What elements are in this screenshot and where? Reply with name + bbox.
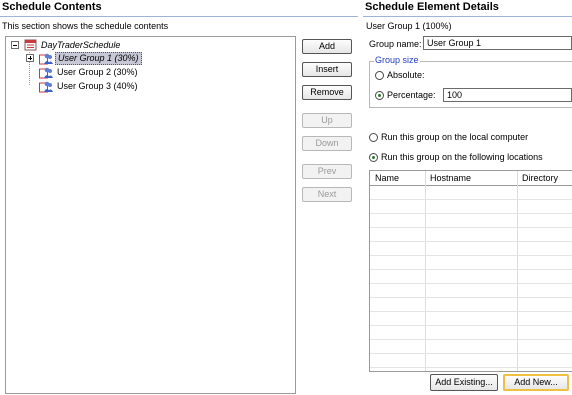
column-header-directory[interactable]: Directory <box>517 171 572 185</box>
percentage-label: Percentage: <box>387 90 436 100</box>
tree-item-label: User Group 1 (30%) <box>55 52 142 65</box>
table-row-separator <box>370 227 572 228</box>
element-details-rule <box>363 16 572 17</box>
tree-root-label: DayTraderSchedule <box>41 40 121 50</box>
table-row-separator <box>370 339 572 340</box>
next-button[interactable]: Next <box>302 187 352 202</box>
run-local-radio[interactable] <box>369 133 378 142</box>
absolute-radio[interactable] <box>375 71 384 80</box>
table-row-separator <box>370 199 572 200</box>
column-header-hostname[interactable]: Hostname <box>425 171 517 185</box>
table-row-separator <box>370 269 572 270</box>
locations-table-header: Name Hostname Directory <box>370 171 572 186</box>
percentage-input[interactable]: 100 <box>443 88 572 102</box>
schedule-tree[interactable]: DayTraderSchedule User Group 1 (30%) Use… <box>5 36 296 394</box>
schedule-contents-title: Schedule Contents <box>2 1 102 13</box>
down-button[interactable]: Down <box>302 136 352 151</box>
run-locations-label: Run this group on the following location… <box>381 152 543 162</box>
schedule-contents-subtitle: This section shows the schedule contents <box>2 21 169 31</box>
remove-button[interactable]: Remove <box>302 85 352 100</box>
column-divider <box>425 171 426 371</box>
insert-button[interactable]: Insert <box>302 62 352 77</box>
tree-item-label: User Group 3 (40%) <box>57 81 138 91</box>
table-row-separator <box>370 353 572 354</box>
column-header-name[interactable]: Name <box>370 171 425 185</box>
up-button[interactable]: Up <box>302 113 352 128</box>
schedule-contents-rule <box>0 16 358 17</box>
element-details-title: Schedule Element Details <box>365 1 499 13</box>
group-name-label: Group name: <box>369 39 422 49</box>
group-name-input[interactable]: User Group 1 <box>423 36 572 50</box>
table-row-separator <box>370 213 572 214</box>
percentage-radio[interactable] <box>375 91 384 100</box>
column-divider <box>517 171 518 371</box>
group-size-legend: Group size <box>374 55 420 65</box>
user-group-icon <box>39 80 53 97</box>
tree-item-label: User Group 2 (30%) <box>57 67 138 77</box>
add-existing-button[interactable]: Add Existing... <box>430 374 498 391</box>
absolute-label: Absolute: <box>387 70 425 80</box>
table-row-separator <box>370 241 572 242</box>
add-new-button[interactable]: Add New... <box>503 374 569 391</box>
table-row-separator <box>370 255 572 256</box>
table-row-separator <box>370 311 572 312</box>
table-row-separator <box>370 367 572 368</box>
locations-table[interactable]: Name Hostname Directory <box>369 170 572 372</box>
table-row-separator <box>370 325 572 326</box>
expand-icon[interactable] <box>26 54 34 62</box>
run-locations-radio[interactable] <box>369 153 378 162</box>
collapse-icon[interactable] <box>11 41 19 49</box>
run-local-label: Run this group on the local computer <box>381 132 529 142</box>
table-row-separator <box>370 283 572 284</box>
prev-button[interactable]: Prev <box>302 164 352 179</box>
element-heading: User Group 1 (100%) <box>366 21 452 31</box>
table-row-separator <box>370 297 572 298</box>
add-button[interactable]: Add <box>302 39 352 54</box>
